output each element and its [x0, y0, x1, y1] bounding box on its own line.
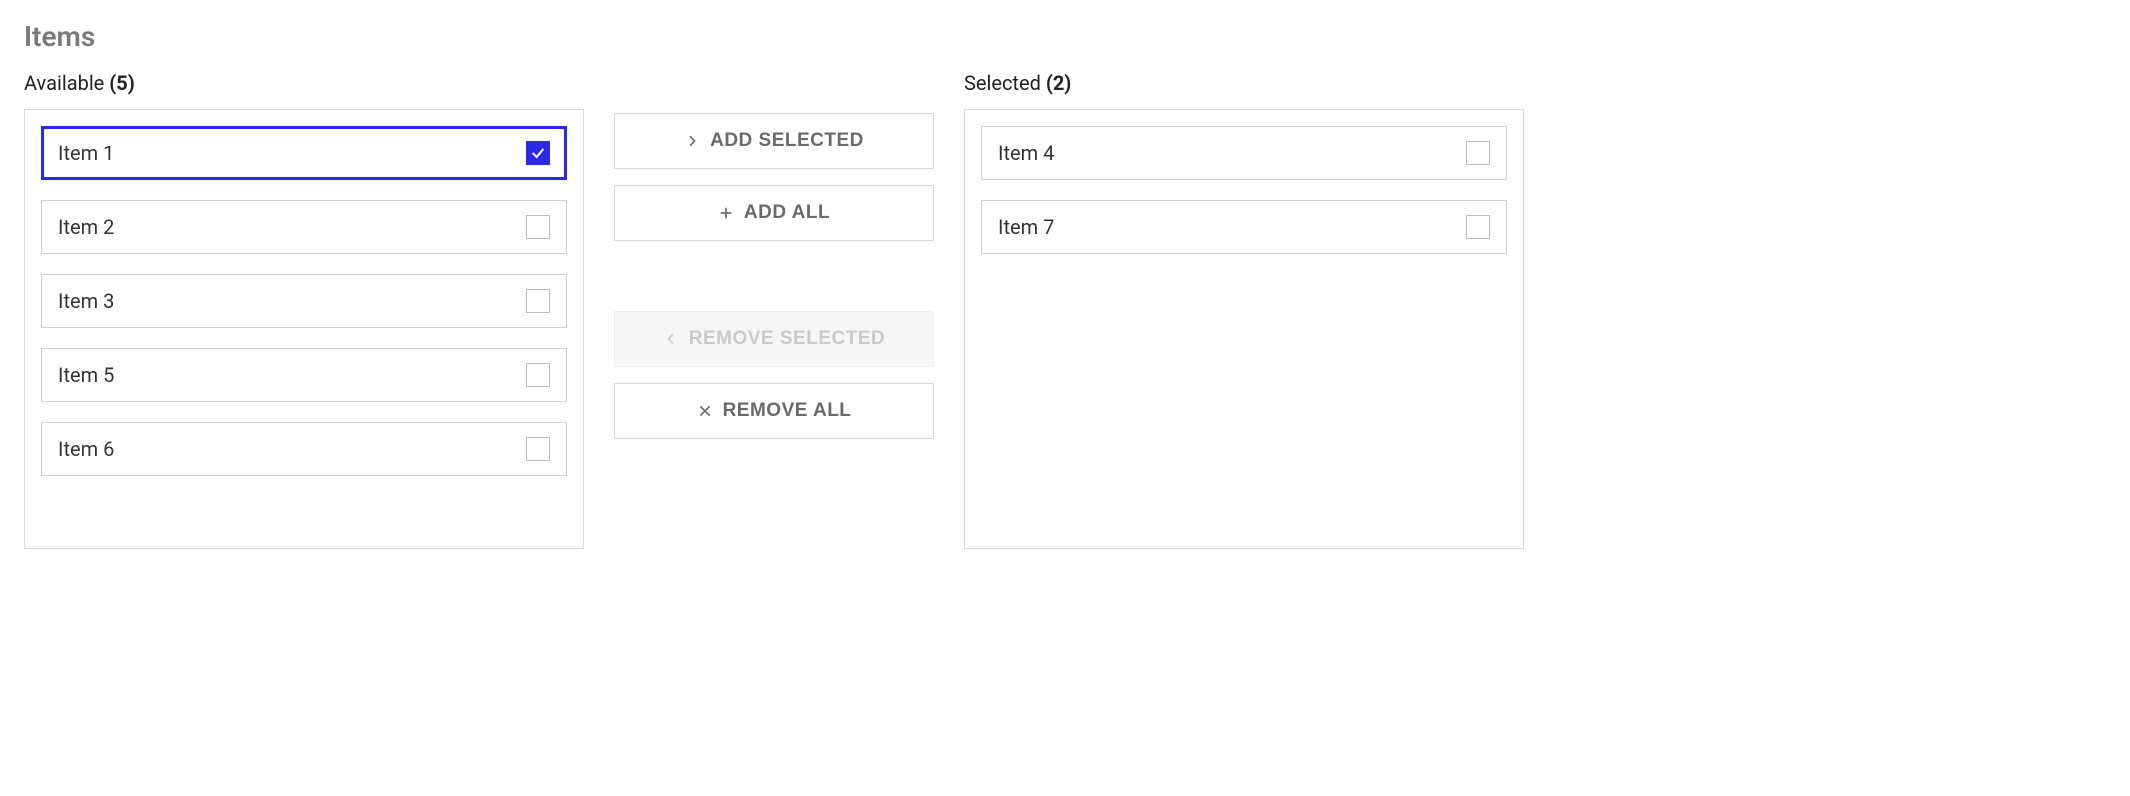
- section-title: Items: [24, 20, 2106, 53]
- list-item[interactable]: Item 2: [41, 200, 567, 254]
- remove-action-group: Remove Selected Remove All: [614, 311, 934, 439]
- checkbox[interactable]: [526, 141, 550, 165]
- list-item[interactable]: Item 5: [41, 348, 567, 402]
- selected-label: Selected (2): [964, 71, 1524, 95]
- list-item[interactable]: Item 6: [41, 422, 567, 476]
- close-icon: [697, 403, 713, 419]
- checkbox[interactable]: [1466, 141, 1490, 165]
- list-item-label: Item 5: [58, 363, 114, 387]
- selected-count: (2): [1046, 71, 1072, 95]
- checkbox[interactable]: [526, 437, 550, 461]
- remove-selected-button: Remove Selected: [614, 311, 934, 367]
- add-action-group: Add Selected Add All: [614, 113, 934, 241]
- selected-panel: Item 4 Item 7: [964, 109, 1524, 549]
- checkbox[interactable]: [526, 363, 550, 387]
- dual-list-container: Available (5) Item 1Item 2Item 3Item 5It…: [24, 71, 2106, 549]
- available-label-text: Available: [24, 71, 104, 95]
- list-item[interactable]: Item 3: [41, 274, 567, 328]
- chevron-right-icon: [684, 133, 700, 149]
- available-panel-wrapper: Available (5) Item 1Item 2Item 3Item 5It…: [24, 71, 584, 549]
- add-all-button[interactable]: Add All: [614, 185, 934, 241]
- add-selected-button[interactable]: Add Selected: [614, 113, 934, 169]
- list-item-label: Item 3: [58, 289, 114, 313]
- list-item-label: Item 4: [998, 141, 1054, 165]
- selected-panel-wrapper: Selected (2) Item 4 Item 7: [964, 71, 1524, 549]
- add-all-label: Add All: [744, 202, 830, 224]
- available-label: Available (5): [24, 71, 584, 95]
- remove-all-label: Remove All: [723, 400, 852, 422]
- remove-all-button[interactable]: Remove All: [614, 383, 934, 439]
- checkbox[interactable]: [1466, 215, 1490, 239]
- add-selected-label: Add Selected: [710, 130, 864, 152]
- list-item[interactable]: Item 4: [981, 126, 1507, 180]
- available-panel: Item 1 Item 2 Item 3 Item 5 Item 6: [24, 109, 584, 549]
- list-item-label: Item 6: [58, 437, 114, 461]
- list-item[interactable]: Item 1: [41, 126, 567, 180]
- list-item-label: Item 1: [58, 141, 114, 165]
- list-item[interactable]: Item 7: [981, 200, 1507, 254]
- list-item-label: Item 7: [998, 215, 1054, 239]
- transfer-actions: Add Selected Add All Remove Selected: [614, 113, 934, 439]
- checkbox[interactable]: [526, 289, 550, 313]
- checkbox[interactable]: [526, 215, 550, 239]
- list-item-label: Item 2: [58, 215, 114, 239]
- plus-icon: [718, 205, 734, 221]
- chevron-left-icon: [663, 331, 679, 347]
- remove-selected-label: Remove Selected: [689, 328, 885, 350]
- available-count: (5): [109, 71, 135, 95]
- selected-label-text: Selected: [964, 71, 1041, 95]
